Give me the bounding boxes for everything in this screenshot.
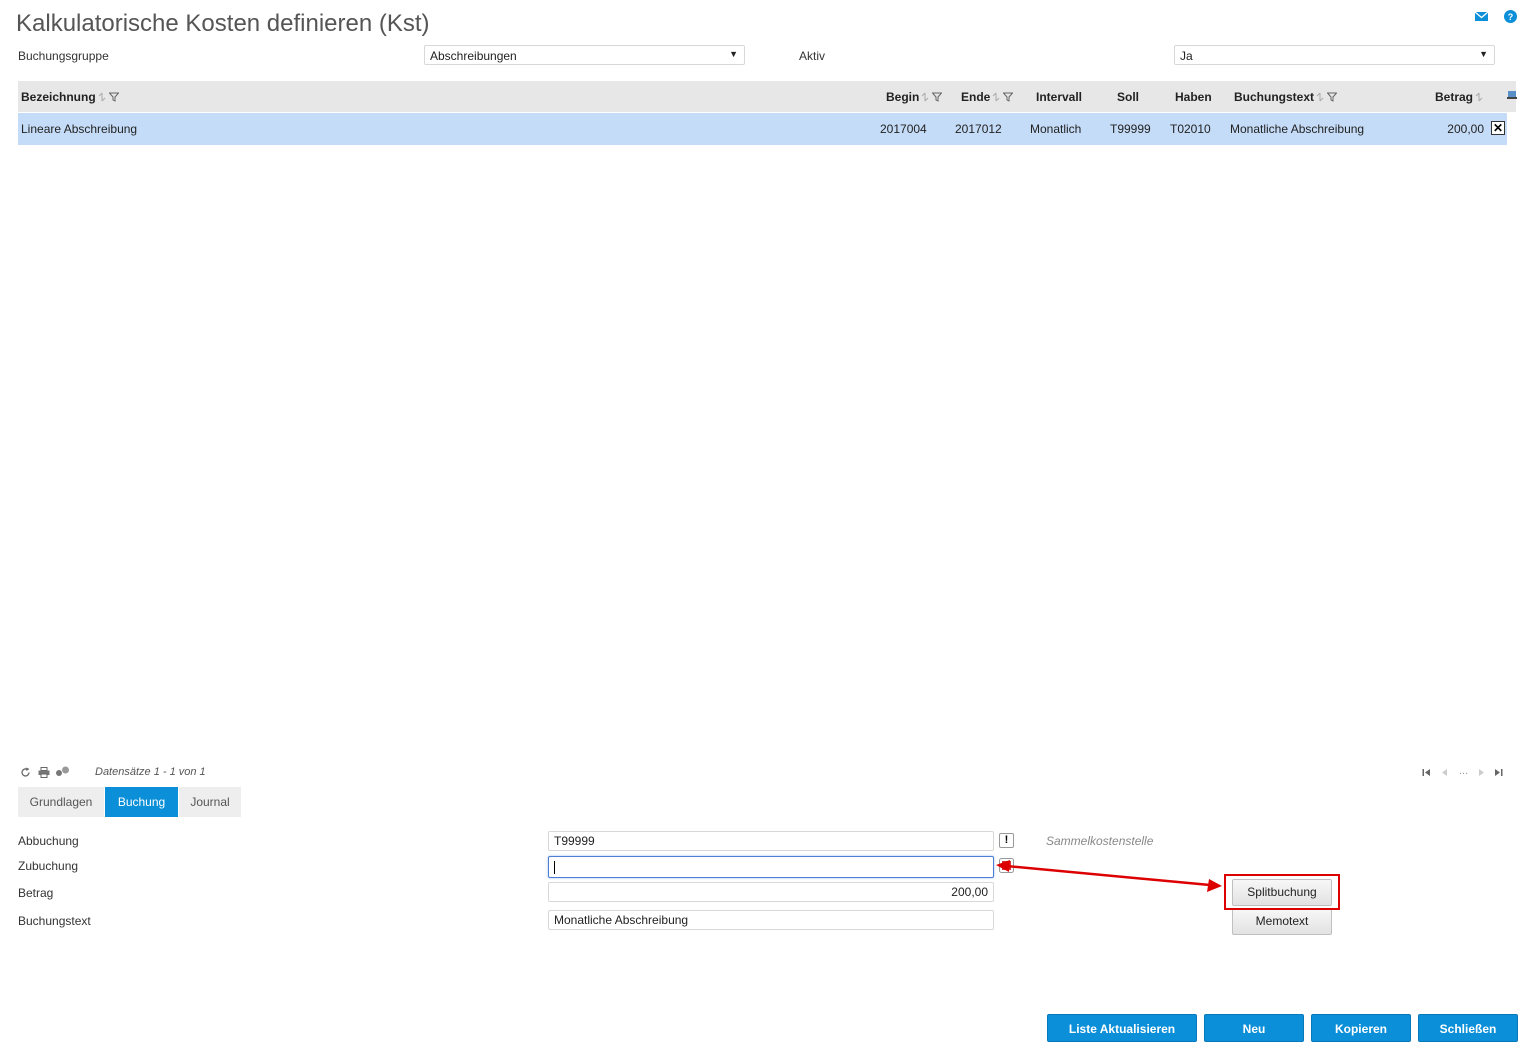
- abbuchung-lookup-button[interactable]: !: [999, 833, 1014, 848]
- zubuchung-label: Zubuchung: [18, 859, 79, 873]
- column-header-label: Ende: [961, 90, 991, 104]
- dropdown-arrow-icon: ▼: [729, 49, 738, 59]
- filter-icon[interactable]: [108, 91, 120, 105]
- record-count: Datensätze 1 - 1 von 1: [95, 766, 206, 778]
- column-header-bezeichnung[interactable]: Bezeichnung: [21, 90, 120, 105]
- tab-buchung[interactable]: Buchung: [105, 787, 178, 817]
- cell-buchungstext: Monatliche Abschreibung: [1230, 122, 1365, 136]
- cell-bezeichnung: Lineare Abschreibung: [21, 122, 138, 136]
- svg-text:?: ?: [1508, 12, 1514, 22]
- help-icon[interactable]: ?: [1503, 9, 1518, 24]
- liste-aktualisieren-button[interactable]: Liste Aktualisieren: [1047, 1014, 1197, 1042]
- zubuchung-input[interactable]: [548, 856, 994, 878]
- buchungsgruppe-label: Buchungsgruppe: [18, 49, 109, 63]
- cell-ende: 2017012: [955, 122, 1002, 136]
- cell-haben: T02010: [1170, 122, 1211, 136]
- sort-icon[interactable]: [98, 91, 106, 105]
- grid-header: Bezeichnung Begin Ende Intervall Soll Ha…: [18, 81, 1517, 112]
- column-header-begin[interactable]: Begin: [886, 90, 943, 105]
- column-header-soll[interactable]: Soll: [1117, 90, 1139, 104]
- buchungstext-label: Buchungstext: [18, 914, 91, 928]
- cell-begin: 2017004: [880, 122, 927, 136]
- annotation-highlight-box: [1224, 874, 1340, 910]
- column-header-ende[interactable]: Ende: [961, 90, 1014, 105]
- cell-betrag: 200,00: [1447, 122, 1484, 136]
- kopieren-button[interactable]: Kopieren: [1311, 1014, 1411, 1042]
- sort-icon[interactable]: [921, 91, 929, 105]
- last-page-icon[interactable]: [1494, 766, 1503, 780]
- column-header-intervall[interactable]: Intervall: [1036, 90, 1082, 104]
- abbuchung-label: Abbuchung: [18, 834, 79, 848]
- filter-icon[interactable]: [931, 91, 943, 105]
- prev-page-icon[interactable]: [1441, 766, 1448, 780]
- column-header-buchungstext[interactable]: Buchungstext: [1234, 90, 1338, 105]
- schliessen-button[interactable]: Schließen: [1418, 1014, 1518, 1042]
- neu-button[interactable]: Neu: [1204, 1014, 1304, 1042]
- settings-icon[interactable]: [55, 766, 70, 780]
- sort-icon[interactable]: [1316, 91, 1324, 105]
- buchungsgruppe-value: Abschreibungen: [430, 49, 517, 63]
- page-ellipsis[interactable]: ...: [1459, 765, 1468, 777]
- column-header-label: Buchungstext: [1234, 90, 1315, 104]
- column-header-betrag[interactable]: Betrag: [1435, 90, 1483, 105]
- sort-icon[interactable]: [1475, 91, 1483, 105]
- betrag-input[interactable]: [548, 882, 994, 902]
- mail-icon[interactable]: [1474, 9, 1489, 24]
- filter-icon[interactable]: [1002, 91, 1014, 105]
- buchungsgruppe-select[interactable]: Abschreibungen ▼: [424, 45, 745, 65]
- print-icon[interactable]: [38, 767, 50, 781]
- buchungstext-input[interactable]: [548, 910, 994, 930]
- dropdown-arrow-icon: ▼: [1479, 49, 1488, 59]
- annotation-arrow: [996, 860, 1222, 892]
- cell-intervall: Monatlich: [1030, 122, 1082, 136]
- column-header-label: Bezeichnung: [21, 90, 96, 104]
- refresh-icon[interactable]: [20, 767, 31, 781]
- export-icon[interactable]: [1507, 89, 1517, 104]
- abbuchung-input[interactable]: [548, 831, 994, 851]
- page-title: Kalkulatorische Kosten definieren (Kst): [16, 10, 430, 37]
- tab-grundlagen[interactable]: Grundlagen: [18, 787, 104, 817]
- sort-icon[interactable]: [992, 91, 1000, 105]
- first-page-icon[interactable]: [1422, 766, 1431, 780]
- cell-soll: T99999: [1110, 122, 1151, 136]
- text-cursor: [554, 861, 555, 875]
- column-header-label: Begin: [886, 90, 920, 104]
- tab-journal[interactable]: Journal: [179, 787, 241, 817]
- aktiv-select[interactable]: Ja ▼: [1174, 45, 1495, 65]
- column-header-haben[interactable]: Haben: [1175, 90, 1212, 104]
- table-row[interactable]: Lineare Abschreibung 2017004 2017012 Mon…: [18, 113, 1507, 145]
- sammelkostenstelle-note: Sammelkostenstelle: [1046, 834, 1154, 848]
- aktiv-label: Aktiv: [799, 49, 826, 63]
- filter-icon[interactable]: [1326, 91, 1338, 105]
- delete-row-button[interactable]: ✕: [1491, 121, 1505, 135]
- next-page-icon[interactable]: [1478, 766, 1485, 780]
- aktiv-value: Ja: [1180, 49, 1193, 63]
- memotext-button[interactable]: Memotext: [1232, 908, 1332, 935]
- betrag-label: Betrag: [18, 886, 54, 900]
- column-header-label: Betrag: [1435, 90, 1474, 104]
